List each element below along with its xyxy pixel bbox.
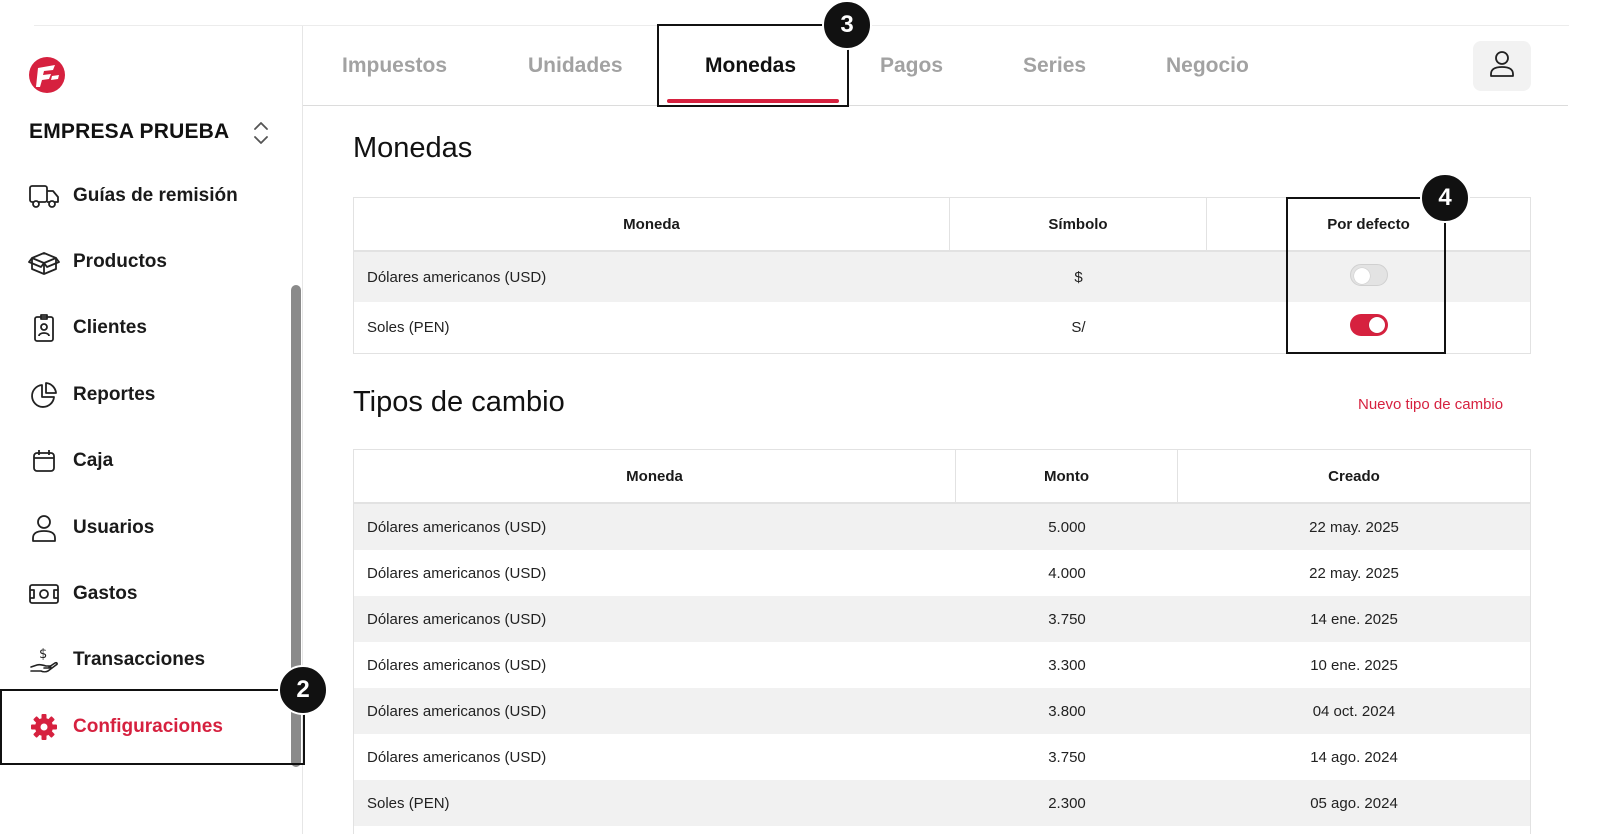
annotation-badge: 4	[1420, 173, 1470, 223]
truck-icon	[28, 180, 60, 212]
banknote-icon	[28, 578, 60, 610]
sidebar-item-productos[interactable]: Productos	[28, 242, 167, 282]
table-row[interactable]: Dólares americanos (USD) 3.750 14 ago. 2…	[354, 734, 1530, 780]
user-menu-button[interactable]	[1473, 41, 1531, 91]
table-header: Moneda Monto Creado	[354, 450, 1530, 504]
currency-name: Soles (PEN)	[367, 794, 450, 812]
tab-series[interactable]: Series	[1023, 54, 1086, 78]
sidebar-item-label: Reportes	[73, 384, 156, 405]
sidebar-item-reportes[interactable]: Reportes	[28, 375, 155, 415]
chevron-up-down-icon[interactable]	[252, 120, 270, 146]
section-title-tipos-cambio: Tipos de cambio	[353, 386, 565, 418]
box-icon	[28, 246, 60, 278]
cash-register-icon	[28, 445, 60, 477]
created-date: 10 ene. 2025	[1310, 656, 1398, 674]
created-date: 05 ago. 2024	[1310, 794, 1398, 812]
table-row[interactable]: Dólares americanos (USD) 3.300 10 ene. 2…	[354, 642, 1530, 688]
currency-name: Dólares americanos (USD)	[367, 268, 547, 286]
created-date: 22 may. 2025	[1309, 518, 1399, 536]
currency-name: Dólares americanos (USD)	[367, 564, 547, 582]
currency-symbol: $	[1074, 268, 1083, 286]
user-icon	[1489, 50, 1515, 83]
column-header[interactable]: Creado	[1178, 450, 1530, 502]
exchange-rates-table: Moneda Monto Creado Dólares americanos (…	[353, 449, 1531, 834]
company-name[interactable]: EMPRESA PRUEBA	[29, 120, 229, 144]
column-header[interactable]: Moneda	[354, 450, 956, 502]
sidebar-item-caja[interactable]: Caja	[28, 441, 113, 481]
currency-name: Dólares americanos (USD)	[367, 518, 547, 536]
created-date: 04 oct. 2024	[1312, 702, 1396, 720]
amount: 3.800	[1048, 702, 1086, 720]
section-title-monedas: Monedas	[353, 132, 473, 164]
amount: 3.300	[1048, 656, 1086, 674]
column-header[interactable]: Monto	[956, 450, 1178, 502]
currency-name: Dólares americanos (USD)	[367, 656, 547, 674]
currency-symbol: S/	[1071, 318, 1086, 336]
currency-name: Soles (PEN)	[367, 318, 450, 336]
tab-unidades[interactable]: Unidades	[528, 54, 623, 78]
amount: 5.000	[1048, 518, 1086, 536]
user-icon	[28, 512, 60, 544]
created-date: 14 ago. 2024	[1310, 748, 1398, 766]
table-row[interactable]: Dólares americanos (USD) 5.000 22 may. 2…	[354, 504, 1530, 550]
currency-name: Dólares americanos (USD)	[367, 702, 547, 720]
sidebar-item-gastos[interactable]: Gastos	[28, 574, 137, 614]
annotation-badge: 3	[822, 0, 872, 50]
annotation-badge: 2	[278, 665, 328, 715]
sidebar-item-guias[interactable]: Guías de remisión	[28, 176, 238, 216]
table-row[interactable]: Dólares americanos (USD) 3.750 14 ene. 2…	[354, 596, 1530, 642]
tab-negocio[interactable]: Negocio	[1166, 54, 1249, 78]
column-header[interactable]: Moneda	[354, 198, 950, 250]
annotation-highlight-box	[0, 689, 305, 765]
annotation-highlight-box	[657, 24, 849, 107]
table-row[interactable]: Dólares americanos (USD) 3.800 04 oct. 2…	[354, 688, 1530, 734]
new-exchange-rate-link[interactable]: Nuevo tipo de cambio	[1358, 396, 1503, 413]
company-logo[interactable]	[28, 56, 66, 94]
currency-name: Dólares americanos (USD)	[367, 610, 547, 628]
sidebar-item-label: Gastos	[73, 583, 138, 604]
sidebar-item-clientes[interactable]: Clientes	[28, 308, 147, 348]
pie-chart-icon	[28, 379, 60, 411]
created-date: 14 ene. 2025	[1310, 610, 1398, 628]
tab-impuestos[interactable]: Impuestos	[342, 54, 447, 78]
sidebar-item-label: Clientes	[73, 317, 147, 338]
annotation-highlight-box	[1286, 197, 1446, 354]
sidebar-item-label: Transacciones	[73, 649, 206, 670]
currency-name: Dólares americanos (USD)	[367, 748, 547, 766]
id-badge-icon	[28, 312, 60, 344]
sidebar-item-label: Caja	[73, 450, 114, 471]
amount: 2.300	[1048, 794, 1086, 812]
svg-text:$: $	[39, 647, 47, 662]
sidebar-item-label: Productos	[73, 251, 167, 272]
amount: 3.750	[1048, 748, 1086, 766]
created-date: 22 may. 2025	[1309, 564, 1399, 582]
column-header[interactable]: Símbolo	[950, 198, 1207, 250]
tab-pagos[interactable]: Pagos	[880, 54, 943, 78]
sidebar-item-usuarios[interactable]: Usuarios	[28, 508, 154, 548]
amount: 4.000	[1048, 564, 1086, 582]
table-row[interactable]: Soles (PEN) 2.300 05 ago. 2024	[354, 780, 1530, 826]
sidebar-item-label: Guías de remisión	[73, 185, 238, 206]
table-row[interactable]: Dólares americanos (USD) 4.000 22 may. 2…	[354, 550, 1530, 596]
hand-dollar-icon: $	[28, 644, 60, 676]
amount: 3.750	[1048, 610, 1086, 628]
sidebar-item-label: Usuarios	[73, 517, 155, 538]
sidebar-item-transacciones[interactable]: $ Transacciones	[28, 640, 205, 680]
